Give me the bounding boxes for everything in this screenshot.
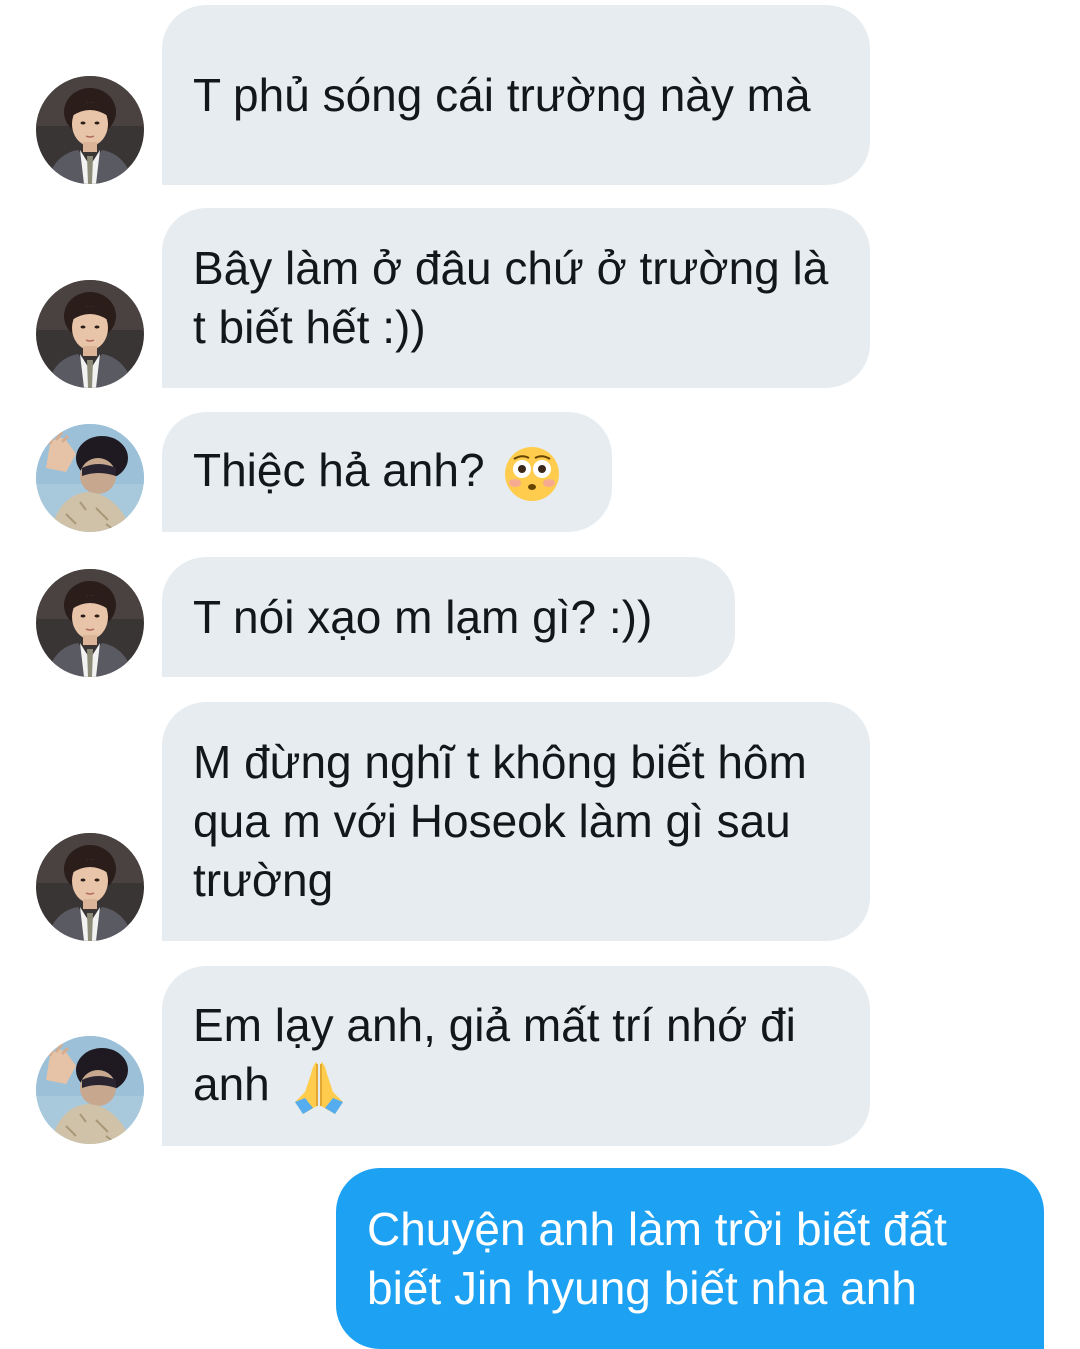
message-text: T phủ sóng cái trường này mà bbox=[193, 68, 811, 121]
message-text: Chuyện anh làm trời biết đất biết Jin hy… bbox=[367, 1202, 947, 1314]
flushed-face-icon bbox=[505, 446, 560, 501]
avatar[interactable] bbox=[36, 833, 144, 941]
avatar[interactable] bbox=[36, 424, 144, 532]
avatar[interactable] bbox=[36, 280, 144, 388]
incoming-message-bubble[interactable]: Em lạy anh, giả mất trí nhớ đi anh bbox=[162, 966, 870, 1146]
incoming-message-bubble[interactable]: Thiệc hả anh? bbox=[162, 412, 612, 532]
message-text: Bây làm ở đâu chứ ở trường là t biết hết… bbox=[193, 242, 829, 353]
avatar[interactable] bbox=[36, 1036, 144, 1144]
message-text: T nói xạo m lạm gì? :)) bbox=[193, 590, 653, 643]
incoming-message-bubble[interactable]: M đừng nghĩ t không biết hôm qua m với H… bbox=[162, 702, 870, 941]
incoming-message-bubble[interactable]: Bây làm ở đâu chứ ở trường là t biết hết… bbox=[162, 208, 870, 388]
message-text: M đừng nghĩ t không biết hôm qua m với H… bbox=[193, 736, 807, 906]
message-text: Thiệc hả anh? bbox=[193, 444, 485, 497]
avatar[interactable] bbox=[36, 569, 144, 677]
outgoing-message-bubble[interactable]: Chuyện anh làm trời biết đất biết Jin hy… bbox=[336, 1168, 1044, 1349]
message-text: Em lạy anh, giả mất trí nhớ đi anh bbox=[193, 998, 796, 1110]
folded-hands-icon bbox=[294, 1062, 343, 1115]
avatar[interactable] bbox=[36, 76, 144, 184]
incoming-message-bubble[interactable]: T phủ sóng cái trường này mà bbox=[162, 5, 870, 185]
incoming-message-bubble[interactable]: T nói xạo m lạm gì? :)) bbox=[162, 557, 735, 677]
